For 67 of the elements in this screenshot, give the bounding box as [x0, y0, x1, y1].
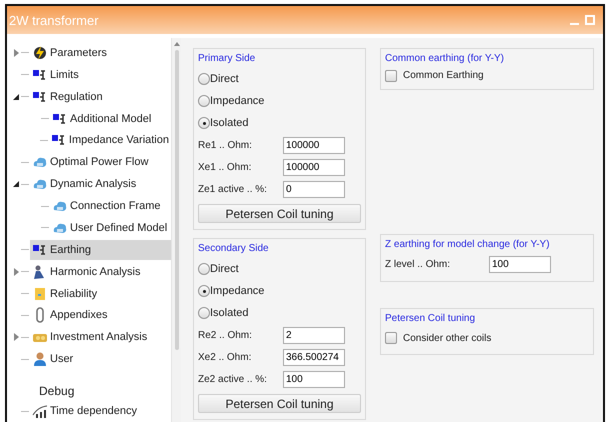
- tree-item[interactable]: Limits: [30, 64, 81, 85]
- scroll-up-icon[interactable]: [174, 42, 180, 46]
- radio-option[interactable]: Impedance: [198, 280, 361, 302]
- tree-item[interactable]: User: [30, 349, 76, 370]
- tree-item[interactable]: Parameters: [30, 42, 109, 63]
- tree-item[interactable]: Time dependency: [30, 401, 140, 422]
- checkbox[interactable]: [385, 70, 397, 82]
- input-field[interactable]: 100000: [283, 136, 345, 154]
- maximize-icon[interactable]: [585, 15, 595, 25]
- input-field[interactable]: 100: [489, 256, 551, 273]
- tree-item[interactable]: Investment Analysis: [30, 327, 150, 348]
- radio-button[interactable]: [198, 307, 210, 319]
- radio-button[interactable]: [198, 117, 210, 129]
- checkbox[interactable]: [385, 332, 397, 344]
- tree-item[interactable]: Connection Frame: [50, 196, 162, 216]
- field-label: Z level .. Ohm:: [385, 259, 452, 270]
- input-field[interactable]: 0: [283, 180, 345, 198]
- radio-option[interactable]: Impedance: [198, 90, 361, 112]
- checkbox-option[interactable]: Common Earthing: [385, 68, 589, 83]
- radio-button[interactable]: [198, 263, 210, 275]
- group-title: Z earthing for model change (for Y-Y): [385, 239, 551, 250]
- user-icon: [32, 351, 48, 368]
- input-field[interactable]: 100: [283, 370, 345, 388]
- expand-arrow-icon[interactable]: [12, 268, 20, 276]
- tree-item[interactable]: Additional Model: [50, 108, 154, 129]
- field-label: Xe1 .. Ohm:: [198, 162, 252, 172]
- expand-arrow-icon[interactable]: [12, 48, 20, 57]
- input-field[interactable]: 100000: [283, 158, 345, 176]
- radio-button[interactable]: [198, 95, 210, 107]
- field-label: Re2 .. Ohm:: [198, 330, 252, 340]
- field-label: Re1 .. Ohm:: [198, 140, 252, 150]
- radio-option[interactable]: Isolated: [198, 112, 361, 134]
- chart-icon: [32, 403, 48, 420]
- field-label: Ze1 active .. %:: [198, 184, 267, 194]
- input-field[interactable]: 366.500274: [283, 348, 345, 366]
- radio-button[interactable]: [198, 73, 210, 85]
- collapse-arrow-icon[interactable]: [12, 180, 20, 188]
- note-icon: [32, 286, 48, 302]
- tree-item[interactable]: Impedance Variation: [48, 130, 171, 150]
- tree-item[interactable]: Appendixes: [30, 305, 110, 326]
- tree-item[interactable]: User Defined Model: [50, 218, 170, 238]
- radio-option[interactable]: Direct: [198, 68, 361, 90]
- radio-option[interactable]: Isolated: [198, 302, 361, 324]
- scrollbar[interactable]: [171, 38, 181, 422]
- petersen-button[interactable]: Petersen Coil tuning: [198, 394, 361, 413]
- group-title: Petersen Coil tuning: [385, 313, 476, 324]
- group-title: Primary Side: [198, 53, 256, 64]
- input-field[interactable]: 2: [283, 326, 345, 344]
- field-label: Ze2 active .. %:: [198, 374, 267, 384]
- tree-item[interactable]: Harmonic Analysis: [30, 262, 142, 282]
- collapse-arrow-icon[interactable]: [12, 92, 20, 101]
- tree-item[interactable]: Reliability: [30, 284, 100, 304]
- tree-item[interactable]: Earthing: [30, 240, 171, 260]
- tree-item[interactable]: Regulation: [30, 86, 105, 107]
- radio-option[interactable]: Direct: [198, 258, 361, 280]
- radio-button[interactable]: [198, 285, 210, 297]
- tree-item[interactable]: Dynamic Analysis: [30, 174, 138, 194]
- section-heading: Debug: [39, 384, 76, 398]
- group-title: Common earthing (for Y-Y): [385, 53, 505, 64]
- petersen-button[interactable]: Petersen Coil tuning: [198, 204, 361, 223]
- group-title: Secondary Side: [198, 243, 270, 254]
- field-label: Xe2 .. Ohm:: [198, 352, 252, 362]
- expand-arrow-icon[interactable]: [12, 333, 20, 342]
- checkbox-option[interactable]: Consider other coils: [385, 328, 589, 348]
- lightning-icon: [32, 44, 48, 61]
- tree-item[interactable]: Optimal Power Flow: [30, 152, 150, 172]
- window-title: 2W transformer: [9, 12, 99, 28]
